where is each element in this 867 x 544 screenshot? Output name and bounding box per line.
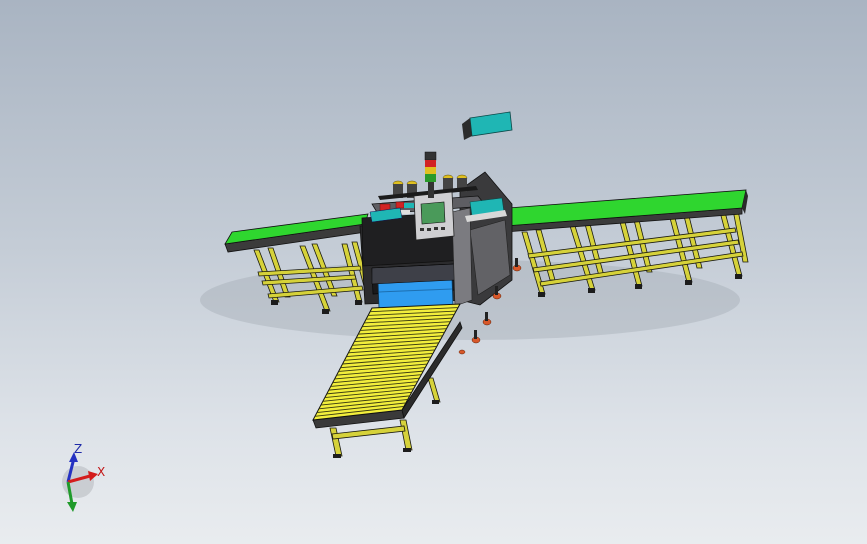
central-machine[interactable]	[359, 111, 513, 309]
3d-viewport[interactable]: Z X	[0, 0, 867, 544]
z-axis-label: Z	[74, 442, 83, 456]
triad-origin-sphere	[62, 466, 94, 498]
coordinate-triad: Z X	[50, 440, 120, 520]
conveyor-machine-model[interactable]	[0, 0, 867, 544]
x-axis-label: X	[97, 465, 106, 479]
